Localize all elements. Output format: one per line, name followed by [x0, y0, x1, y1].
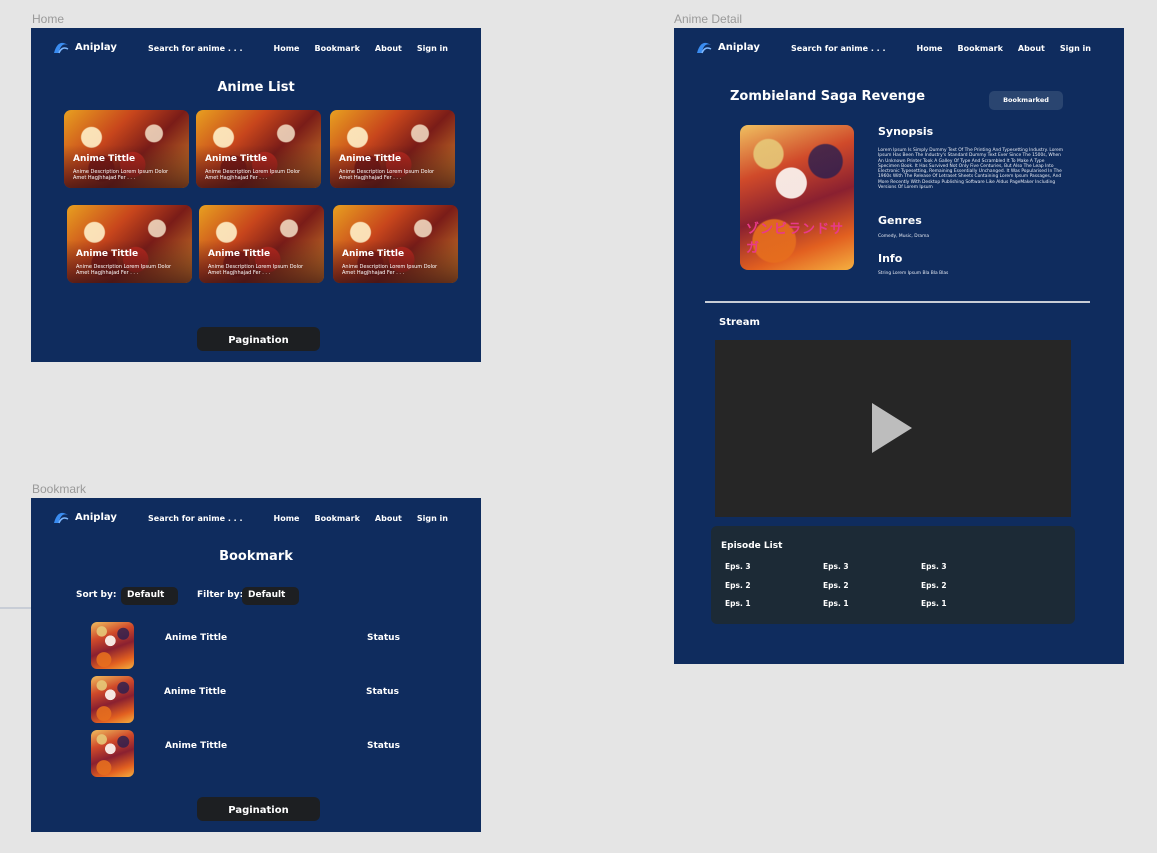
bookmark-anime-title[interactable]: Anime Tittle	[165, 741, 227, 751]
episode-item[interactable]: Eps. 2	[725, 581, 751, 590]
bookmark-status: Status	[366, 687, 399, 697]
nav-home-link[interactable]: Home	[274, 514, 300, 523]
bookmark-frame: Aniplay Search for anime . . . Home Book…	[31, 498, 481, 832]
anime-title: Zombieland Saga Revenge	[730, 89, 926, 104]
anime-card-title: Anime Tittle	[205, 154, 268, 164]
episode-item[interactable]: Eps. 1	[921, 599, 947, 608]
genres-heading: Genres	[878, 214, 922, 227]
anime-poster: ゾンビランドサガ	[740, 125, 854, 270]
pagination-button[interactable]: Pagination	[197, 797, 320, 821]
search-input[interactable]: Search for anime . . .	[148, 44, 243, 53]
anime-card[interactable]: Anime Tittle Anime Description Lorem Ips…	[64, 110, 189, 188]
navbar: Aniplay Search for anime . . . Home Book…	[31, 498, 481, 540]
synopsis-text: Lorem Ipsum Is Simply Dummy Text Of The …	[878, 148, 1064, 191]
episode-item[interactable]: Eps. 1	[823, 599, 849, 608]
anime-card-title: Anime Tittle	[342, 249, 405, 259]
anime-card-title: Anime Tittle	[73, 154, 136, 164]
nav-links: Home Bookmark About Sign in	[274, 514, 448, 523]
play-icon[interactable]	[872, 403, 912, 453]
nav-links: Home Bookmark About Sign in	[274, 44, 448, 53]
bookmark-thumbnail[interactable]	[91, 622, 134, 669]
frame-label-detail: Anime Detail	[674, 12, 743, 26]
bookmark-toggle-button[interactable]: Bookmarked	[989, 91, 1063, 110]
sort-label: Sort by:	[76, 590, 117, 600]
bookmark-status: Status	[367, 741, 400, 751]
bookmark-thumbnail[interactable]	[91, 730, 134, 777]
logo[interactable]: Aniplay	[53, 40, 117, 54]
episode-item[interactable]: Eps. 2	[823, 581, 849, 590]
brand-name: Aniplay	[75, 511, 117, 523]
anime-card-description: Anime Description Lorem Ipsum Dolor Amet…	[76, 264, 172, 276]
episode-list-panel: Episode List Eps. 3 Eps. 3 Eps. 3 Eps. 2…	[711, 526, 1075, 624]
episode-item[interactable]: Eps. 2	[921, 581, 947, 590]
home-frame: Aniplay Search for anime . . . Home Book…	[31, 28, 481, 362]
anime-card[interactable]: Anime Tittle Anime Description Lorem Ips…	[67, 205, 192, 283]
episode-item[interactable]: Eps. 3	[921, 562, 947, 571]
synopsis-heading: Synopsis	[878, 125, 934, 138]
episode-item[interactable]: Eps. 3	[823, 562, 849, 571]
nav-links: Home Bookmark About Sign in	[917, 44, 1091, 53]
brand-name: Aniplay	[75, 41, 117, 53]
section-divider	[705, 301, 1090, 303]
nav-signin-link[interactable]: Sign in	[417, 44, 448, 53]
brand-name: Aniplay	[718, 41, 760, 53]
navbar: Aniplay Search for anime . . . Home Book…	[31, 28, 481, 70]
filter-label: Filter by:	[197, 590, 244, 600]
logo-icon	[54, 42, 69, 54]
logo-icon	[697, 42, 712, 54]
detail-frame: Aniplay Search for anime . . . Home Book…	[674, 28, 1124, 664]
anime-card-description: Anime Description Lorem Ipsum Dolor Amet…	[208, 264, 304, 276]
search-input[interactable]: Search for anime . . .	[148, 514, 243, 523]
nav-signin-link[interactable]: Sign in	[417, 514, 448, 523]
frame-label-home: Home	[32, 12, 65, 26]
nav-about-link[interactable]: About	[1018, 44, 1045, 53]
anime-card[interactable]: Anime Tittle Anime Description Lorem Ips…	[330, 110, 455, 188]
anime-card[interactable]: Anime Tittle Anime Description Lorem Ips…	[196, 110, 321, 188]
anime-card-description: Anime Description Lorem Ipsum Dolor Amet…	[342, 264, 438, 276]
page-title: Anime List	[217, 80, 295, 95]
pagination-button[interactable]: Pagination	[197, 327, 320, 351]
anime-card-description: Anime Description Lorem Ipsum Dolor Amet…	[339, 169, 435, 181]
nav-about-link[interactable]: About	[375, 44, 402, 53]
bookmark-anime-title[interactable]: Anime Tittle	[165, 633, 227, 643]
logo[interactable]: Aniplay	[53, 510, 117, 524]
nav-signin-link[interactable]: Sign in	[1060, 44, 1091, 53]
genres-text: Comedy, Music, Drama	[878, 234, 930, 239]
episode-item[interactable]: Eps. 3	[725, 562, 751, 571]
anime-card[interactable]: Anime Tittle Anime Description Lorem Ips…	[333, 205, 458, 283]
nav-home-link[interactable]: Home	[274, 44, 300, 53]
page-title: Bookmark	[219, 549, 293, 564]
nav-bookmark-link[interactable]: Bookmark	[314, 514, 359, 523]
anime-card-title: Anime Tittle	[339, 154, 402, 164]
episode-item[interactable]: Eps. 1	[725, 599, 751, 608]
anime-card-title: Anime Tittle	[76, 249, 139, 259]
nav-bookmark-link[interactable]: Bookmark	[957, 44, 1002, 53]
poster-title-text: ゾンビランドサガ	[746, 222, 845, 256]
info-text: String Lorem Ipsum Bla Bla Blas	[878, 271, 949, 276]
bookmark-thumbnail[interactable]	[91, 676, 134, 723]
filter-dropdown[interactable]: Default	[242, 587, 299, 605]
logo[interactable]: Aniplay	[696, 40, 760, 54]
anime-card-description: Anime Description Lorem Ipsum Dolor Amet…	[73, 169, 169, 181]
anime-card-description: Anime Description Lorem Ipsum Dolor Amet…	[205, 169, 301, 181]
nav-about-link[interactable]: About	[375, 514, 402, 523]
sort-dropdown[interactable]: Default	[121, 587, 178, 605]
bookmark-anime-title[interactable]: Anime Tittle	[164, 687, 226, 697]
search-input[interactable]: Search for anime . . .	[791, 44, 886, 53]
frame-label-bookmark: Bookmark	[32, 482, 87, 496]
logo-icon	[54, 512, 69, 524]
episode-list-title: Episode List	[721, 541, 783, 551]
nav-bookmark-link[interactable]: Bookmark	[314, 44, 359, 53]
nav-home-link[interactable]: Home	[917, 44, 943, 53]
anime-card[interactable]: Anime Tittle Anime Description Lorem Ips…	[199, 205, 324, 283]
anime-card-title: Anime Tittle	[208, 249, 271, 259]
bookmark-status: Status	[367, 633, 400, 643]
navbar: Aniplay Search for anime . . . Home Book…	[674, 28, 1124, 70]
stream-heading: Stream	[719, 317, 760, 328]
info-heading: Info	[878, 252, 903, 265]
